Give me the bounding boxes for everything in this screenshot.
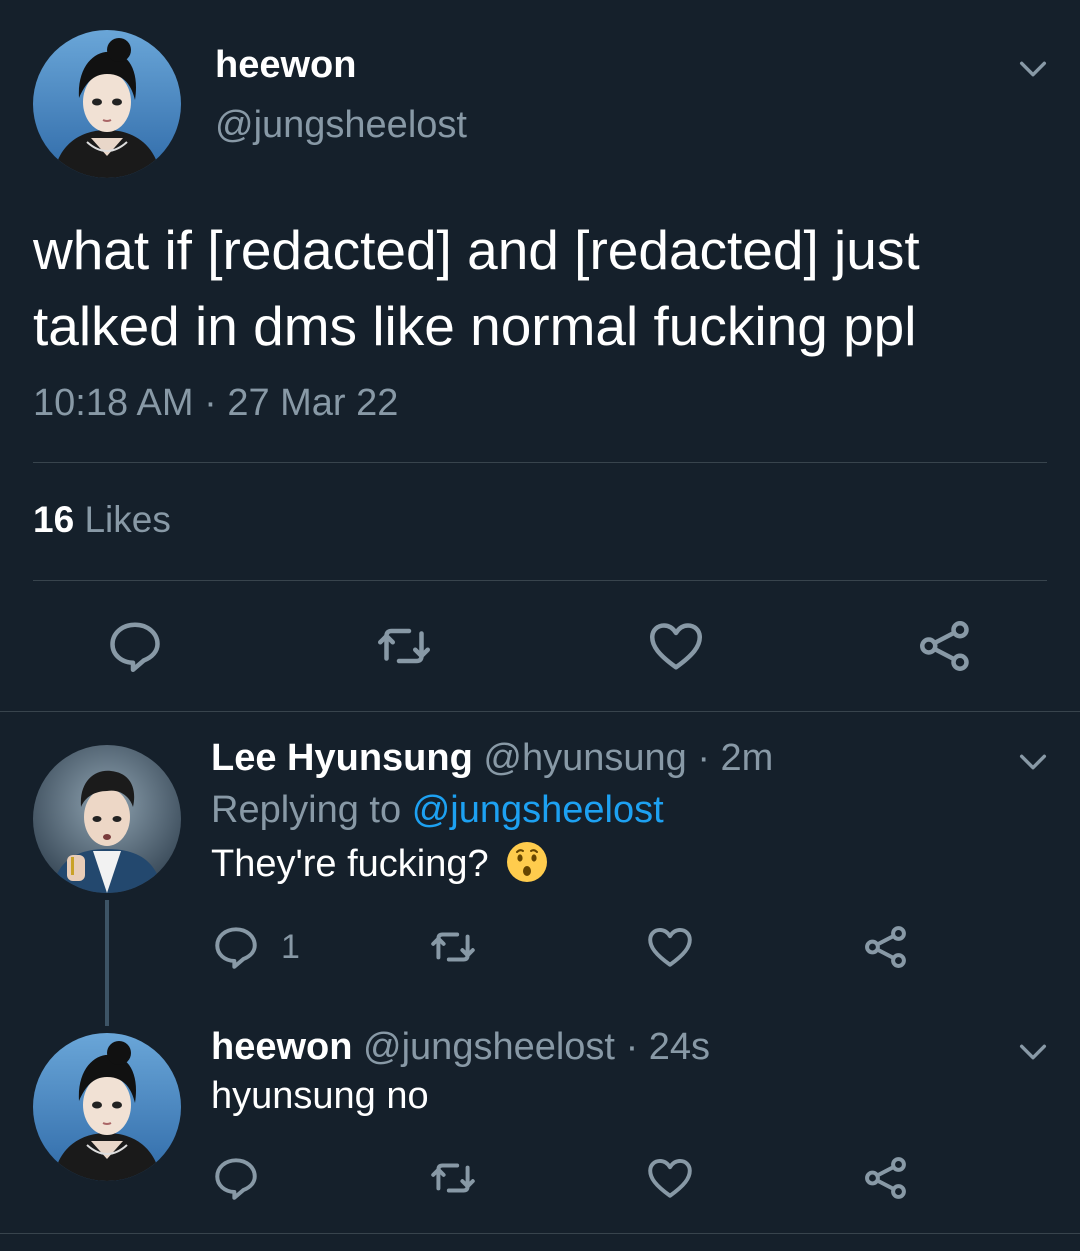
- retweet-icon[interactable]: [374, 616, 434, 676]
- hushed-face-emoji-icon: [507, 842, 548, 882]
- reply-1-text: They're fucking?: [211, 840, 549, 886]
- reply-1-author-name[interactable]: Lee Hyunsung: [211, 737, 473, 779]
- retweet-icon[interactable]: [428, 922, 478, 972]
- likes-stat[interactable]: 16 Likes: [33, 499, 171, 541]
- avatar-anime-man-icon: [33, 745, 181, 893]
- svg-text:₩: ₩: [47, 40, 57, 51]
- tweet-text-line-2: talked in dms like normal fucking ppl: [33, 295, 917, 357]
- divider: [33, 462, 1047, 463]
- section-divider: [0, 711, 1080, 712]
- like-icon[interactable]: [645, 922, 695, 972]
- reply-1-reply-count: 1: [281, 928, 300, 966]
- reply-icon[interactable]: [211, 922, 261, 972]
- chevron-down-icon[interactable]: [1016, 52, 1050, 86]
- avatar-reply-2[interactable]: ₩: [33, 1033, 181, 1181]
- like-icon[interactable]: [646, 616, 706, 676]
- replying-to-mention[interactable]: @jungsheelost: [412, 789, 664, 831]
- bottom-divider: [0, 1233, 1080, 1234]
- retweet-icon[interactable]: [428, 1153, 478, 1203]
- reply-1-header: Lee Hyunsung @hyunsung · 2m: [211, 737, 773, 780]
- avatar-anime-woman-icon: ₩: [33, 30, 181, 178]
- reply-icon[interactable]: [211, 1153, 261, 1203]
- share-icon[interactable]: [915, 616, 975, 676]
- likes-label: Likes: [84, 499, 171, 540]
- reply-2-author-handle[interactable]: @jungsheelost: [363, 1026, 615, 1068]
- reply-2-time[interactable]: · 24s: [626, 1026, 710, 1068]
- main-author-handle[interactable]: @jungsheelost: [215, 104, 467, 147]
- main-author-name[interactable]: heewon: [215, 44, 356, 87]
- chevron-down-icon[interactable]: [1016, 1035, 1050, 1069]
- svg-text:₩: ₩: [47, 1043, 57, 1054]
- reply-1-author-handle[interactable]: @hyunsung: [483, 737, 686, 779]
- tweet-text-line-1: what if [redacted] and [redacted] just: [33, 219, 920, 281]
- avatar-anime-woman-icon: ₩: [33, 1033, 181, 1181]
- tweet-text: what if [redacted] and [redacted] just t…: [33, 212, 1043, 364]
- reply-2-header: heewon @jungsheelost · 24s: [211, 1026, 710, 1069]
- like-icon[interactable]: [645, 1153, 695, 1203]
- reply-icon[interactable]: [105, 616, 165, 676]
- share-icon[interactable]: [861, 922, 911, 972]
- chevron-down-icon[interactable]: [1016, 745, 1050, 779]
- reply-2-author-name[interactable]: heewon: [211, 1026, 352, 1068]
- likes-count: 16: [33, 499, 75, 540]
- avatar-reply-1[interactable]: [33, 745, 181, 893]
- divider: [33, 580, 1047, 581]
- reply-1-time[interactable]: · 2m: [697, 737, 773, 779]
- reply-2-text: hyunsung no: [211, 1075, 429, 1117]
- thread-connector: [105, 900, 109, 1026]
- replying-to-line: Replying to @jungsheelost: [211, 789, 664, 832]
- tweet-timestamp[interactable]: 10:18 AM · 27 Mar 22: [33, 382, 398, 425]
- reply-1-text-content: They're fucking?: [211, 843, 489, 885]
- replying-to-prefix: Replying to: [211, 789, 402, 831]
- share-icon[interactable]: [861, 1153, 911, 1203]
- avatar-main[interactable]: ₩: [33, 30, 181, 178]
